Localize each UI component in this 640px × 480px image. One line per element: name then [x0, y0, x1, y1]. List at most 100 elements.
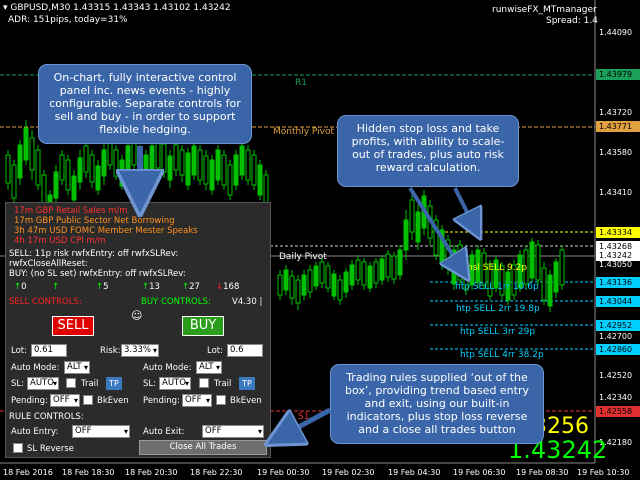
price-tag: 1.43334	[596, 227, 640, 238]
candle-body	[83, 145, 89, 173]
risk-dropdown[interactable]: 3.33%	[121, 344, 159, 357]
candle-body	[143, 154, 149, 183]
news-text: 4h 17m USD CPI m/m	[14, 236, 106, 246]
risk-label: Risk:	[100, 346, 121, 356]
tp1-label: htp SELL 1rr 10.6p	[455, 282, 539, 292]
candle-body	[35, 149, 41, 186]
buy-auto-mode-dropdown[interactable]: ALT	[196, 361, 222, 374]
buy-controls-label: BUY CONTROLS:	[141, 297, 211, 307]
time-tick: 19 Feb 08:30	[516, 468, 569, 477]
time-tick: 19 Feb 10:30	[577, 468, 630, 477]
sell-sl-dropdown[interactable]: AUTO	[27, 377, 59, 390]
candle-body	[17, 144, 23, 179]
indicator-name: runwiseFX_MTmanager	[492, 5, 597, 15]
buy-lot-label: Lot:	[207, 346, 223, 356]
candle-body	[137, 149, 143, 181]
buy-status: BUY: (no SL set) rwfxEntry: off rwfxSLRe…	[9, 269, 186, 279]
candle-body	[185, 152, 191, 186]
sell-bkeven-label: BkEven	[97, 396, 129, 406]
candle-body	[553, 261, 559, 293]
buy-button[interactable]: BUY	[182, 316, 224, 336]
candle-body	[307, 269, 313, 293]
adr-text: ADR: 151pips, today=31%	[8, 15, 128, 25]
candle-body	[101, 149, 107, 177]
spread-text: Spread: 1.4	[546, 16, 598, 26]
rule-controls-label: RULE CONTROLS:	[9, 412, 84, 422]
candle-body	[433, 219, 439, 256]
candle-body	[337, 279, 343, 301]
trend-arrow: ↑5	[96, 282, 109, 292]
sell-pending-dropdown[interactable]: OFF	[50, 394, 80, 407]
candle-body	[173, 144, 179, 171]
sell-lot-input[interactable]: 0.61	[31, 344, 67, 357]
buy-trail-checkbox[interactable]	[199, 378, 209, 388]
candle-body	[289, 275, 295, 299]
price-tag: 1.43242	[596, 250, 640, 261]
buy-pending-dropdown[interactable]: OFF	[182, 394, 212, 407]
candle-body	[559, 249, 565, 286]
price-tag: 1.42860	[596, 344, 640, 355]
collapse-arrow-icon[interactable]: ▾	[3, 3, 8, 13]
candle-body	[263, 174, 269, 206]
sell-tp-button[interactable]: TP	[106, 377, 122, 390]
news-event-1: 17m GBP Retail Sales m/m	[14, 206, 128, 216]
price-tick: 1.42340	[599, 393, 633, 402]
auto-exit-dropdown[interactable]: OFF	[202, 425, 264, 438]
sell-auto-mode-dropdown[interactable]: ALT	[64, 361, 90, 374]
candle-body	[77, 157, 83, 183]
buy-trail-label: Trail	[214, 379, 232, 389]
buy-sl-dropdown[interactable]: AUTO	[159, 377, 191, 390]
buy-lot-input[interactable]: 0.6	[227, 344, 263, 357]
buy-sl-label: SL:	[143, 379, 156, 389]
sell-bkeven-checkbox[interactable]	[83, 395, 93, 405]
time-tick: 19 Feb 02:30	[322, 468, 375, 477]
time-tick: 19 Feb 00:30	[257, 468, 310, 477]
candle-body	[215, 149, 221, 181]
price-tag: 1.43044	[596, 296, 640, 307]
sl-reverse-label: SL Reverse	[27, 444, 74, 454]
candle-body	[373, 261, 379, 284]
candle-body	[5, 154, 11, 184]
price-tick: 1.43410	[599, 188, 633, 197]
sell-trail-label: Trail	[81, 379, 99, 389]
candle-body	[325, 265, 331, 289]
candle-body	[457, 244, 463, 281]
candle-body	[283, 269, 289, 291]
sell-status: SELL: 11p risk rwfxEntry: off rwfxSLRev:	[9, 249, 179, 259]
trend-arrow: ↓168	[216, 282, 239, 292]
candle-body	[23, 127, 29, 161]
news-event-4: 4h 17m USD CPI m/m	[14, 236, 106, 246]
candle-body	[451, 249, 457, 285]
candle-body	[245, 149, 251, 181]
candle-body	[397, 249, 403, 276]
smiley-icon: ☺	[131, 309, 143, 322]
candle-body	[541, 267, 547, 301]
news-text: 17m GBP Public Sector Net Borrowing	[14, 216, 175, 226]
buy-bkeven-checkbox[interactable]	[216, 395, 226, 405]
candle-body	[113, 149, 119, 177]
time-tick: 19 Feb 04:30	[388, 468, 441, 477]
trend-arrow: ↑27	[182, 282, 200, 292]
candle-body	[161, 143, 167, 173]
trend-value: 27	[189, 282, 200, 292]
trend-value: 0	[21, 282, 27, 292]
candle-body	[125, 145, 131, 173]
close-all-trades-button[interactable]: Close All Trades	[139, 440, 267, 455]
sell-auto-mode-label: Auto Mode:	[11, 363, 60, 373]
buy-tp-button[interactable]: TP	[239, 377, 255, 390]
candle-body	[295, 279, 301, 304]
candle-body	[149, 145, 155, 176]
news-text: 17m GBP Retail Sales m/m	[14, 206, 128, 216]
auto-entry-dropdown[interactable]: OFF	[72, 425, 130, 438]
sell-button[interactable]: SELL	[52, 316, 94, 336]
sell-trail-checkbox[interactable]	[66, 378, 76, 388]
candle-body	[53, 171, 59, 199]
trend-arrows: ↑0 ↑ ↑5 ↑13 ↑27 ↓168	[14, 282, 264, 294]
candle-body	[59, 154, 65, 181]
trend-arrow: ↑13	[142, 282, 160, 292]
price-tick: 1.44090	[599, 28, 633, 37]
candle-body	[355, 259, 361, 281]
price-tag: 1.42558	[596, 406, 640, 417]
trend-value: 5	[103, 282, 109, 292]
sl-reverse-checkbox[interactable]	[13, 443, 23, 453]
